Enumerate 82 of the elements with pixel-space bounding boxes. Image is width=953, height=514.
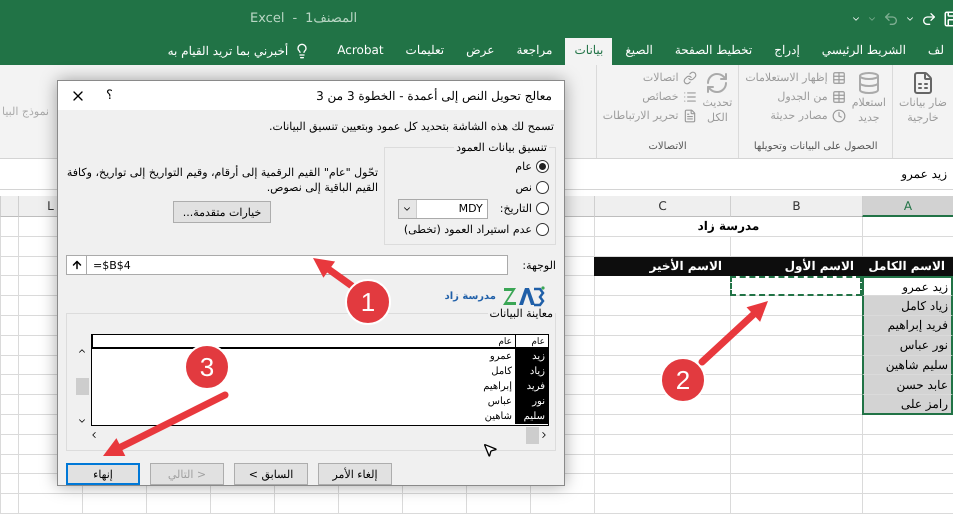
group-title: الحصول على البيانات وتحويلها [752,140,878,154]
refresh-icon [705,70,730,95]
step-badge: 2 [660,357,706,403]
ribbon-tab[interactable]: بيانات [565,38,612,65]
radio-label: عام [515,160,532,173]
ribbon-tab[interactable]: عرض [457,38,504,65]
table-cell: فريد إبراهيم [862,316,953,336]
button-label: إظهار الاستعلامات [745,71,828,84]
preview-cell: نور [515,394,548,409]
preview-cell: سليم [515,409,548,424]
collapse-arrow-icon[interactable] [70,259,82,271]
link-icon [682,70,696,85]
table-cell: نور عباس [862,336,953,356]
ribbon-tab[interactable]: لف [918,38,953,65]
button-label: خصائص [642,90,678,104]
dialog-title: معالج تحويل النص إلى أعمدة - الخطوة 3 من 3 [316,88,552,102]
radio-label: عدم استيراد العمود (تخطى) [404,223,532,236]
scrollbar-thumb[interactable] [526,426,539,444]
document-icon [682,108,696,123]
preview-cell: زيد [515,349,548,364]
pointer-arrow [313,258,356,290]
app-name: Excel [250,11,284,26]
header-cell: الاسم الأخير [594,256,730,276]
step-badge: 1 [345,279,391,325]
redo-icon[interactable] [921,10,937,27]
help-button[interactable]: ؟ [86,88,133,103]
dialog-button[interactable]: < السابق [234,463,308,485]
mouse-cursor-icon [482,442,498,458]
formula-field[interactable]: زيد عمرو [901,167,947,181]
list-icon [682,90,696,104]
table-cell: رامز على [862,395,953,416]
button-label: مصادر حديثة [770,109,828,122]
radio-button[interactable] [536,160,549,173]
database-icon [856,70,881,95]
ribbon-tab[interactable]: الشريط الرئيسي [812,38,915,65]
table-icon [832,90,846,104]
table-icon [832,70,846,85]
dialog-button[interactable]: إلغاء الأمر [318,463,392,485]
document-title: المصنف1 [305,11,358,26]
pointer-arrow [698,301,768,366]
ribbon-tab[interactable]: الصيغ [616,38,662,65]
header-cell: الاسم الأول [730,256,862,276]
table-cell: زياد كامل [862,296,953,316]
column-header[interactable]: B [730,196,862,218]
radio-button[interactable] [536,181,549,194]
radio-label: التاريخ: [500,202,532,215]
scrollbar-thumb[interactable] [76,378,88,394]
date-format-select[interactable]: MDY [398,198,488,218]
ribbon-tab[interactable]: إدراج [765,38,809,65]
button-label: تحرير الارتباطات [602,109,678,122]
header-cell: الاسم الكامل [862,256,953,276]
ribbon-tab[interactable]: تعليمات [396,38,454,65]
table-cell: عابد حسن [862,375,953,396]
destination-field[interactable]: =$B$4 [66,255,508,275]
radio-button[interactable] [536,223,549,236]
group-legend: معاينة البيانات [488,307,555,320]
spreadsheet-icon [911,70,935,95]
advanced-options-button[interactable]: خيارات متقدمة... [173,201,271,223]
logo-text: مدرسة زاد [444,290,496,302]
radio-label: نص [515,181,532,194]
column-header[interactable]: A [862,196,953,218]
dialog-button[interactable]: إنهاء [66,463,140,485]
button-label: من الجدول [777,90,828,104]
ribbon-tab[interactable]: مراجعة [507,38,562,65]
tell-me-field[interactable]: أخبرني بما تريد القيام به [168,44,288,58]
title-separator: - [292,11,298,26]
radio-button[interactable] [536,202,549,215]
explanation-text: تحّول "عام" القيم الرقمية إلى أرقام، وقيم التواريخ إلى تواريخ، وكافة القيم الباقية إلى نصوص. [66,165,378,195]
column-header[interactable]: C [594,196,730,218]
sheet-title-cell: مدرسة زاد [594,217,862,237]
field-label: الوجهة: [521,258,556,272]
table-cell: سليم شاهين [862,356,953,376]
preview-cell: زياد [515,364,548,379]
ribbon-tab[interactable]: Acrobat [328,38,393,65]
ribbon-tab[interactable]: تخطيط الصفحة [666,38,762,65]
logo-icon [502,285,546,307]
clock-icon [832,108,846,123]
group-title: الاتصالات [648,140,688,154]
group-legend: تنسيق بيانات العمود [454,141,549,154]
preview-cell: فريد [515,379,548,394]
button-label: اتصالات [642,71,678,84]
dialog-description: تسمح لك هذه الشاشة بتحديد كل عمود وبتعيين تنسيق البيانات. [268,119,555,135]
